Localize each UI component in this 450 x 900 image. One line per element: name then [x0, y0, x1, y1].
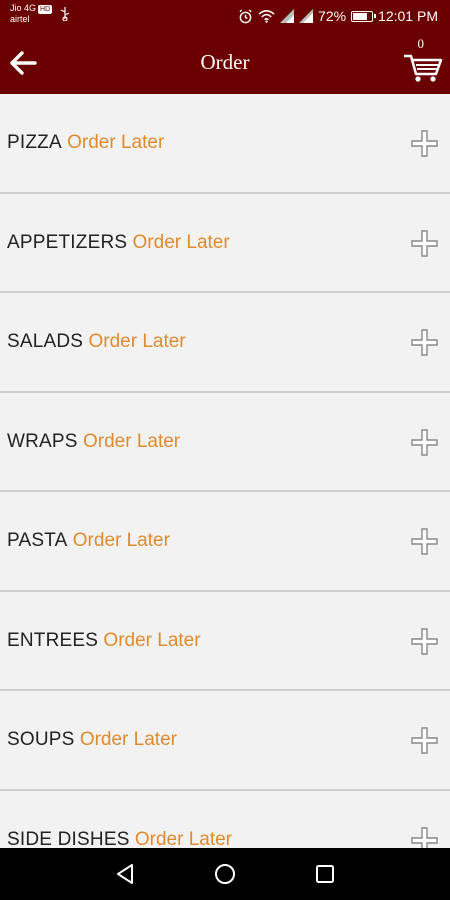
plus-icon[interactable]: [411, 528, 438, 555]
category-name: PIZZA: [7, 132, 62, 153]
wifi-icon: [258, 10, 275, 23]
category-name: SOUPS: [7, 729, 75, 750]
category-name: WRAPS: [7, 430, 78, 452]
plus-icon[interactable]: [411, 627, 438, 655]
category-item-pizza[interactable]: PIZZA Order Later: [0, 94, 450, 194]
system-nav-bar: [0, 848, 450, 900]
square-recents-icon[interactable]: [313, 862, 337, 886]
order-later-label: Order Later: [132, 231, 230, 253]
usb-icon: [60, 7, 70, 21]
order-later-label: Order Later: [79, 729, 177, 750]
plus-icon[interactable]: [411, 727, 438, 754]
cart-button[interactable]: 0: [402, 36, 444, 82]
category-name: SALADS: [7, 331, 84, 352]
category-name: ENTREES: [7, 629, 99, 651]
category-label: WRAPS Order Later: [7, 431, 180, 453]
category-name: APPETIZERS: [7, 231, 128, 253]
category-name: PASTA: [7, 530, 68, 551]
hd-badge: HD: [38, 5, 53, 14]
category-label: PASTA Order Later: [7, 530, 170, 552]
category-item-wraps[interactable]: WRAPS Order Later: [0, 392, 450, 492]
plus-icon[interactable]: [411, 229, 438, 257]
signal-icon-2: [299, 9, 314, 23]
category-item-salads[interactable]: SALADS Order Later: [0, 293, 450, 393]
battery-icon: [351, 10, 377, 22]
category-label: ENTREES Order Later: [7, 630, 201, 652]
category-item-side-dishes[interactable]: SIDE DISHES Order Later: [0, 790, 450, 849]
order-later-label: Order Later: [88, 331, 186, 352]
plus-icon[interactable]: [411, 826, 438, 849]
category-label: PIZZA Order Later: [7, 132, 164, 154]
order-later-label: Order Later: [103, 629, 201, 651]
category-item-appetizers[interactable]: APPETIZERS Order Later: [0, 193, 450, 293]
category-item-soups[interactable]: SOUPS Order Later: [0, 691, 450, 791]
category-list: PIZZA Order Later APPETIZERS Order Later…: [0, 94, 450, 848]
category-item-pasta[interactable]: PASTA Order Later: [0, 492, 450, 592]
carrier-info: Jio 4G HD airtel: [10, 3, 53, 24]
category-label: APPETIZERS Order Later: [7, 232, 230, 254]
category-label: SALADS Order Later: [7, 331, 186, 353]
triangle-back-icon[interactable]: [113, 862, 137, 886]
status-bar: Jio 4G HD airtel 72% 12:01 PM: [0, 0, 450, 32]
carrier-primary: Jio 4G: [10, 3, 37, 13]
shopping-cart-icon: [404, 54, 443, 82]
carrier-secondary: airtel: [10, 14, 30, 24]
category-label: SIDE DISHES Order Later: [7, 829, 232, 849]
order-later-label: Order Later: [67, 132, 165, 153]
signal-icon: [280, 9, 295, 23]
status-indicators: 72% 12:01 PM: [238, 7, 438, 25]
category-label: SOUPS Order Later: [7, 729, 177, 751]
battery-percent: 72%: [318, 8, 347, 24]
app-bar: Order 0: [0, 32, 450, 94]
order-later-label: Order Later: [134, 828, 233, 849]
plus-icon[interactable]: [411, 130, 438, 157]
circle-home-icon[interactable]: [213, 862, 237, 886]
plus-icon[interactable]: [411, 329, 438, 356]
plus-icon[interactable]: [411, 428, 438, 456]
category-item-entrees[interactable]: ENTREES Order Later: [0, 591, 450, 691]
page-title: Order: [200, 50, 250, 74]
order-later-label: Order Later: [82, 430, 181, 452]
alarm-icon: [239, 8, 252, 23]
order-later-label: Order Later: [72, 530, 170, 551]
category-name: SIDE DISHES: [7, 828, 130, 849]
clock: 12:01 PM: [378, 8, 438, 24]
